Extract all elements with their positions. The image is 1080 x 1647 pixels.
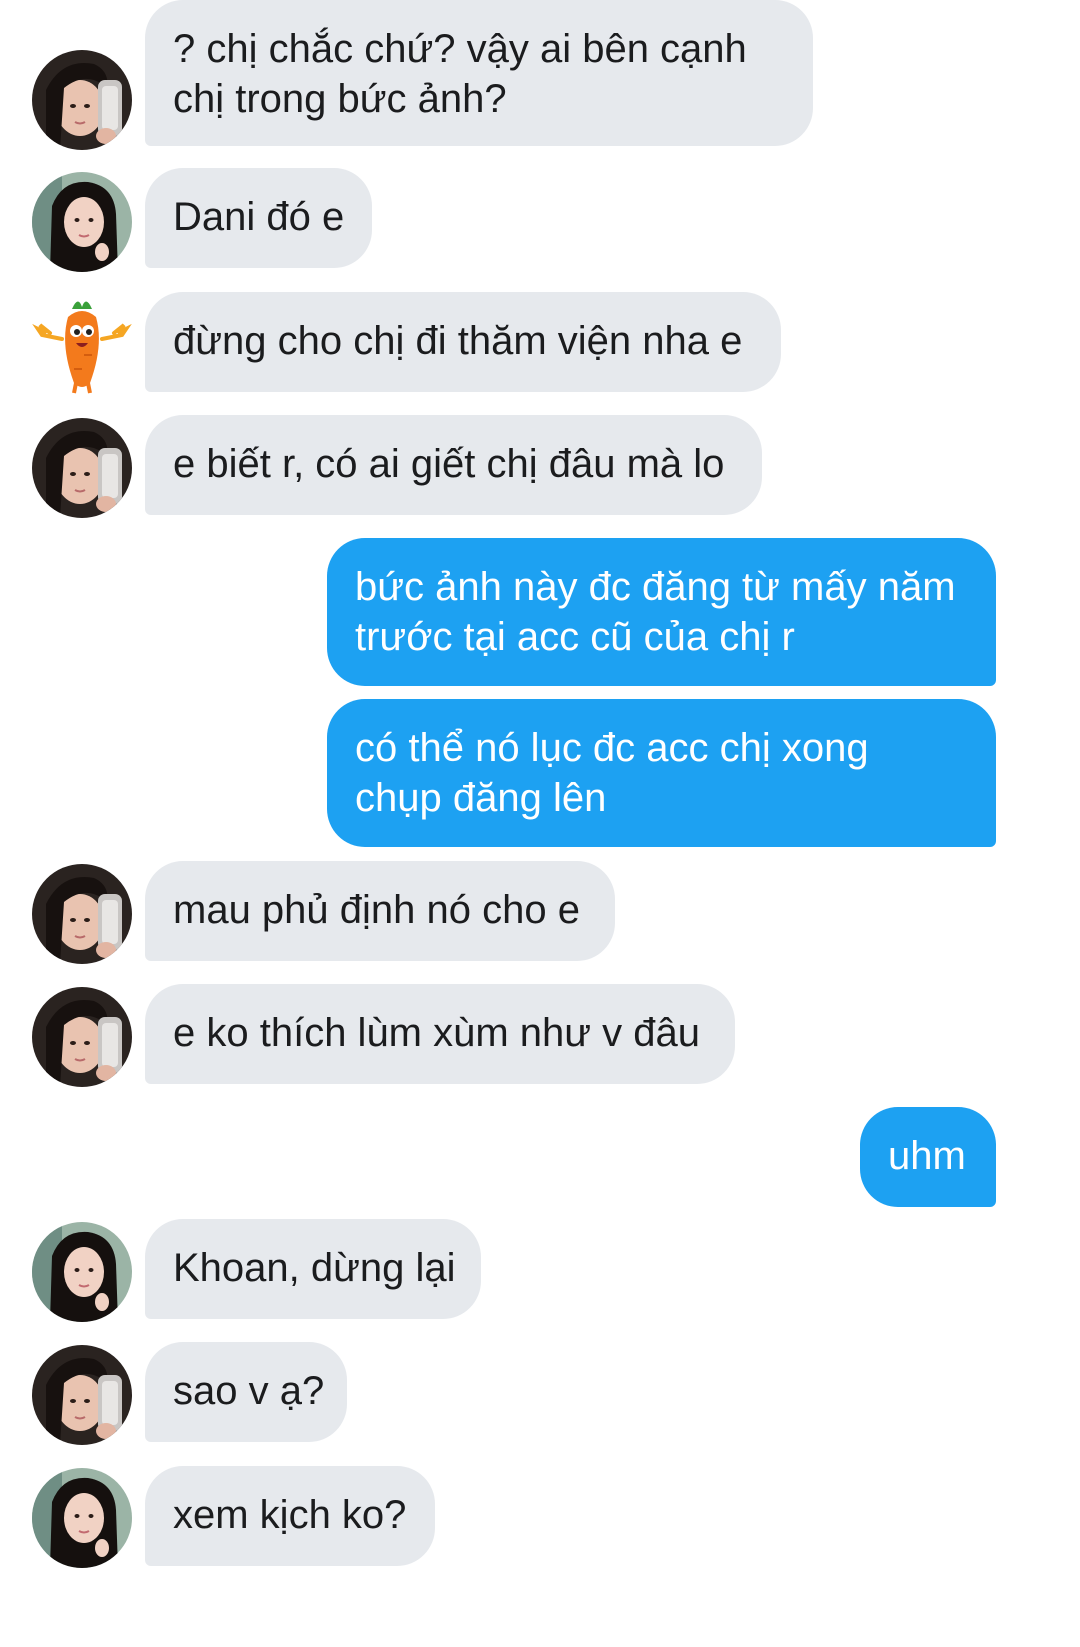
message-bubble[interactable]: uhm: [860, 1107, 996, 1207]
message-bubble[interactable]: e ko thích lùm xùm như v đâu: [145, 984, 735, 1084]
avatar-dark-hair-selfie-icon[interactable]: [32, 1345, 132, 1445]
message-bubble[interactable]: bức ảnh này đc đăng từ mấy năm trước tại…: [327, 538, 996, 686]
message-bubble[interactable]: đừng cho chị đi thăm viện nha e: [145, 292, 781, 392]
message-text: e biết r, có ai giết chị đâu mà lo: [173, 442, 725, 486]
message-text: chị trong bức ảnh?: [173, 77, 507, 121]
message-text: sao v ạ?: [173, 1369, 325, 1413]
message-bubble[interactable]: mau phủ định nó cho e: [145, 861, 615, 961]
message-text: ? chị chắc chứ? vậy ai bên cạnh: [173, 27, 747, 71]
message-text: trước tại acc cũ của chị r: [355, 615, 795, 659]
message-text: đừng cho chị đi thăm viện nha e: [173, 319, 743, 363]
message-text: xem kịch ko?: [173, 1493, 407, 1537]
conversation-thread: ? chị chắc chứ? vậy ai bên cạnh chị tron…: [0, 0, 1080, 1647]
message-bubble[interactable]: e biết r, có ai giết chị đâu mà lo: [145, 415, 762, 515]
avatar-long-hair-portrait-icon[interactable]: [32, 172, 132, 272]
avatar-dark-hair-selfie-icon[interactable]: [32, 987, 132, 1087]
avatar-long-hair-portrait-icon[interactable]: [32, 1222, 132, 1322]
message-text: mau phủ định nó cho e: [173, 888, 580, 932]
message-bubble[interactable]: có thể nó lục đc acc chị xong chụp đăng …: [327, 699, 996, 847]
message-text: có thể nó lục đc acc chị xong: [355, 726, 869, 770]
message-bubble[interactable]: Khoan, dừng lại: [145, 1219, 481, 1319]
message-text: bức ảnh này đc đăng từ mấy năm: [355, 565, 956, 609]
avatar-carrot-mascot-icon[interactable]: [32, 295, 132, 395]
message-bubble[interactable]: Dani đó e: [145, 168, 372, 268]
avatar-dark-hair-selfie-icon[interactable]: [32, 418, 132, 518]
message-text: chụp đăng lên: [355, 776, 607, 820]
avatar-dark-hair-selfie-icon[interactable]: [32, 50, 132, 150]
message-bubble[interactable]: xem kịch ko?: [145, 1466, 435, 1566]
avatar-dark-hair-selfie-icon[interactable]: [32, 864, 132, 964]
message-text: e ko thích lùm xùm như v đâu: [173, 1011, 701, 1055]
avatar-long-hair-portrait-icon[interactable]: [32, 1468, 132, 1568]
message-text: uhm: [888, 1134, 966, 1178]
message-bubble[interactable]: sao v ạ?: [145, 1342, 347, 1442]
message-text: Khoan, dừng lại: [173, 1246, 456, 1290]
message-text: Dani đó e: [173, 195, 345, 239]
message-bubble[interactable]: ? chị chắc chứ? vậy ai bên cạnh chị tron…: [145, 0, 813, 146]
